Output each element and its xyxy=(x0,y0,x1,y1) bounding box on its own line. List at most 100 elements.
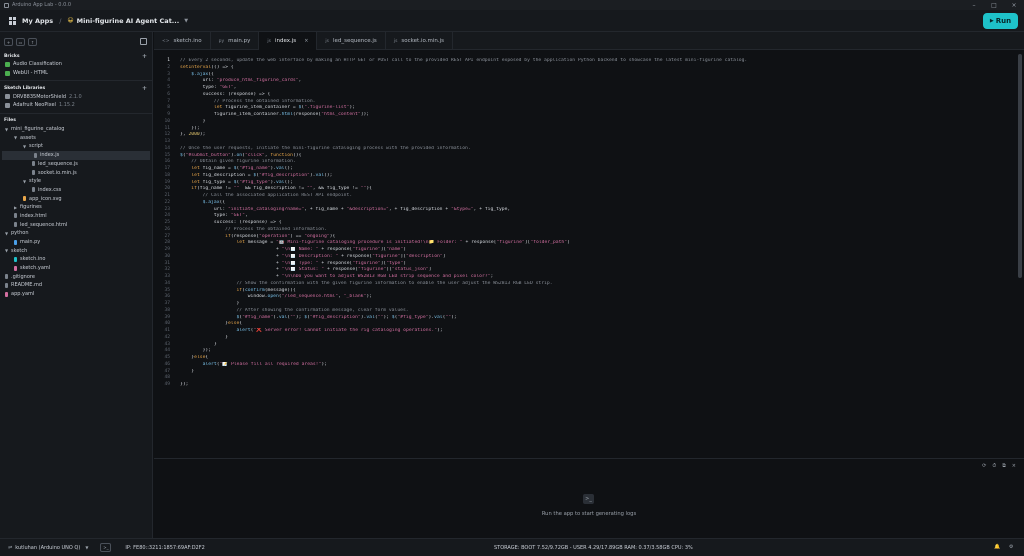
file-tree-item[interactable]: .gitignore xyxy=(0,272,152,281)
file-tree-label: index.css xyxy=(38,186,62,193)
collapse-sidebar-icon[interactable] xyxy=(140,38,147,45)
library-item[interactable]: DRV8835MotorShield 2.1.0 xyxy=(0,92,152,101)
tab-main-py[interactable]: py main.py xyxy=(211,32,260,50)
code-token: } xyxy=(180,355,195,360)
library-item[interactable]: Adafruit NeoPixel 1.15.2 xyxy=(0,101,152,110)
close-window-button[interactable]: × xyxy=(1004,0,1024,10)
code-line: // Call the associated application REST … xyxy=(180,193,1015,200)
new-folder-icon[interactable]: ▭ xyxy=(16,38,25,46)
file-tree-item[interactable]: app_icon.svg xyxy=(0,194,152,203)
code-token: 2000 xyxy=(188,132,200,138)
file-tree-item[interactable]: README.md xyxy=(0,281,152,290)
file-tree-item[interactable]: led_sequence.js xyxy=(0,160,152,169)
new-file-icon[interactable]: + xyxy=(4,38,13,46)
terminal-icon: >_ xyxy=(583,494,594,504)
file-tree-item[interactable]: led_sequence.html xyxy=(0,220,152,229)
run-button[interactable]: ▶ Run xyxy=(983,13,1018,29)
code-token: "#fig_description" xyxy=(259,172,310,178)
code-line: }); xyxy=(180,348,1015,355)
brick-item[interactable]: Audio Classification xyxy=(0,60,152,69)
code-token: "\n\nDo you want to adjust WS2813 RGB LE… xyxy=(281,274,491,279)
upload-icon[interactable]: ↑ xyxy=(28,38,37,46)
terminal-button[interactable]: >_ xyxy=(100,543,112,552)
code-token: ; xyxy=(490,274,494,279)
panel-tool-icon[interactable]: ⏱ xyxy=(992,463,996,469)
files-header[interactable]: Files xyxy=(0,117,152,125)
file-tree-label: .gitignore xyxy=(11,273,35,280)
code-content[interactable]: // Every 2 seconds, update the web inter… xyxy=(180,58,1015,389)
code-token: { xyxy=(239,321,243,327)
library-version: 2.1.0 xyxy=(69,93,82,100)
line-number: 14 xyxy=(164,145,170,151)
code-token: (fig_name != xyxy=(196,186,234,192)
board-name: kutluhan (Arduino UNO Q) xyxy=(15,544,81,551)
panel-tool-icon[interactable]: ⧉ xyxy=(1002,463,1006,469)
code-token: ); xyxy=(451,314,457,320)
file-tree-label: sketch xyxy=(11,247,28,254)
app-name-title[interactable]: Mini-figurine AI Agent Cat... xyxy=(77,17,180,25)
code-line: } xyxy=(180,301,1015,308)
line-number: 25 xyxy=(164,220,170,225)
code-line: } xyxy=(180,342,1015,349)
code-line: let fig_description = $("#fig_descriptio… xyxy=(180,173,1015,180)
file-tree-item[interactable]: ▼ script xyxy=(0,142,152,151)
file-tree-item[interactable]: app.yaml xyxy=(0,290,152,299)
code-token: let xyxy=(236,240,245,246)
file-tree-item[interactable]: sketch.yaml xyxy=(0,264,152,273)
file-tree-item[interactable]: socket.io.min.js xyxy=(0,168,152,177)
tab-index-js[interactable]: js index.js × xyxy=(259,32,318,50)
panel-tool-icon[interactable]: ⟳ xyxy=(982,463,986,469)
file-tree-item[interactable]: ▼ sketch xyxy=(0,246,152,255)
sidebar-toolbar: + ▭ ↑ xyxy=(0,32,152,52)
panel-tool-icon[interactable]: × xyxy=(1012,463,1016,469)
tab-sketch-ino[interactable]: <> sketch.ino xyxy=(154,32,211,50)
close-tab-icon[interactable]: × xyxy=(304,38,308,44)
editor-scrollbar[interactable] xyxy=(1018,54,1022,278)
file-tree-item[interactable]: index.css xyxy=(0,186,152,195)
code-token: "folder_path" xyxy=(530,240,568,246)
line-number: 24 xyxy=(164,213,170,219)
code-line: window.open("/led_sequence.html", "_blan… xyxy=(180,294,1015,301)
code-token: + response[ xyxy=(462,240,497,246)
code-token: fig_description = xyxy=(199,172,254,178)
code-editor[interactable]: 1 2 3 4 5 6 7 8 9 10 11 12 13 14 15 16 17 18 19 20 21 22 23 24 2… xyxy=(154,51,1024,457)
code-token: ] xyxy=(403,247,407,252)
gear-icon[interactable]: ⚙ xyxy=(1009,544,1013,550)
my-apps-link[interactable]: My Apps xyxy=(22,17,53,25)
brick-item[interactable]: WebUI - HTML xyxy=(0,69,152,78)
file-tree-item[interactable]: ▼ style xyxy=(0,177,152,186)
code-line: }, 2000); xyxy=(180,132,1015,139)
code-token: } xyxy=(180,301,240,306)
file-tree-item[interactable]: index.html xyxy=(0,212,152,221)
line-number: 38 xyxy=(164,307,170,313)
file-tree-item[interactable]: main.py xyxy=(0,238,152,247)
file-tree-label: led_sequence.js xyxy=(38,160,78,167)
maximize-button[interactable]: □ xyxy=(984,0,1004,10)
board-selector[interactable]: ⇌ kutluhan (Arduino UNO Q) ▼ xyxy=(8,545,88,551)
file-tree-item[interactable]: sketch.ino xyxy=(0,255,152,264)
code-line: success: (response) => { xyxy=(180,220,1015,227)
library-label: Adafruit NeoPixel xyxy=(13,102,56,109)
line-number: 16 xyxy=(164,159,170,165)
libraries-header[interactable]: Sketch Libraries + xyxy=(0,84,152,92)
line-number: 32 xyxy=(164,267,170,273)
file-tree-item[interactable]: ▼ mini_figurine_catalog xyxy=(0,125,152,134)
add-brick-icon[interactable]: + xyxy=(142,53,147,60)
line-number: 7 xyxy=(167,98,170,104)
tab-socket-io-min-js[interactable]: js socket.io.min.js xyxy=(386,32,454,50)
tab-led-sequence-js[interactable]: js led_sequence.js xyxy=(317,32,386,50)
file-tree-item[interactable]: ▼ assets xyxy=(0,133,152,142)
bell-icon[interactable]: 🔔 xyxy=(994,544,1000,550)
minimize-button[interactable]: – xyxy=(964,0,984,10)
bricks-header[interactable]: Bricks + xyxy=(0,52,152,60)
file-tree-item[interactable]: ▶ figurines xyxy=(0,203,152,212)
add-library-icon[interactable]: + xyxy=(142,85,147,92)
code-token: type: xyxy=(180,213,231,219)
file-tree-item[interactable]: index.js xyxy=(2,150,150,160)
code-token: ){ xyxy=(366,186,372,192)
file-type-icon: <> xyxy=(162,38,170,44)
apps-grid-icon[interactable] xyxy=(9,16,17,25)
chevron-down-icon[interactable]: ▼ xyxy=(184,18,188,24)
file-tree-item[interactable]: ▼ python xyxy=(0,229,152,238)
